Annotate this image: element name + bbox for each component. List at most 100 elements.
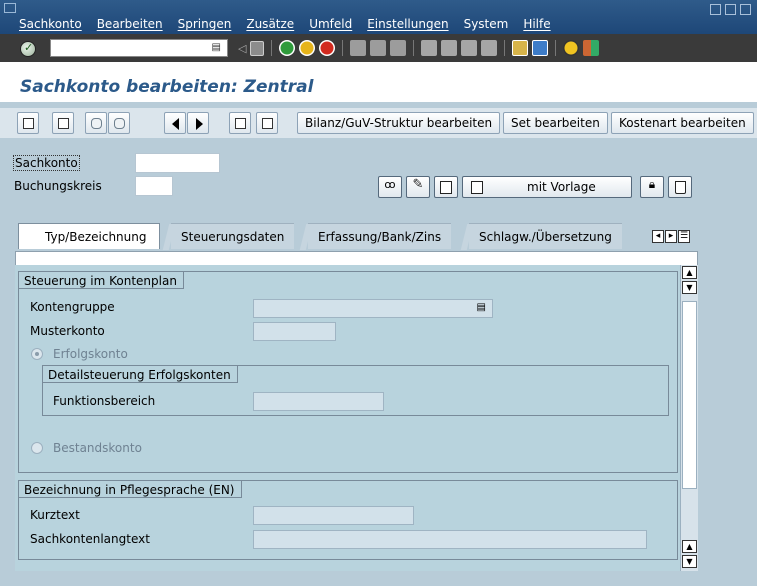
lock-button[interactable]: 🔒︎: [640, 176, 664, 198]
dropdown-icon[interactable]: ▤: [477, 302, 486, 313]
close-icon[interactable]: [740, 4, 751, 15]
scroll-down-icon[interactable]: ▼: [682, 555, 697, 568]
mit-vorlage-button[interactable]: mit Vorlage: [462, 176, 632, 198]
menu: Sachkonto Bearbeiten Springen Zusätze Um…: [19, 17, 551, 31]
tab-typ-bezeichnung[interactable]: Typ/Bezeichnung: [18, 223, 160, 249]
previous-button[interactable]: [164, 112, 186, 134]
tab-scroll-left-icon[interactable]: ◂: [652, 230, 664, 243]
bestandskonto-radio[interactable]: [31, 442, 43, 454]
kostenart-bearbeiten-button[interactable]: Kostenart bearbeiten: [611, 112, 754, 134]
find-next-icon[interactable]: [390, 40, 407, 56]
group-detailsteuerung-title: Detailsteuerung Erfolgskonten: [42, 365, 238, 383]
command-field[interactable]: ▤: [50, 39, 228, 57]
delete-button[interactable]: [229, 112, 251, 134]
funktionsbereich-label: Funktionsbereich: [53, 394, 156, 408]
menu-bar: Sachkonto Bearbeiten Springen Zusätze Um…: [0, 0, 757, 34]
set-bearbeiten-button[interactable]: Set bearbeiten: [503, 112, 608, 134]
glasses-icon: [90, 118, 102, 129]
bilanz-guv-button[interactable]: Bilanz/GuV-Struktur bearbeiten: [297, 112, 501, 134]
menu-bearbeiten[interactable]: Bearbeiten: [97, 17, 163, 31]
change-button[interactable]: ✎: [406, 176, 430, 198]
save-icon[interactable]: [250, 40, 265, 56]
erfolgskonto-label: Erfolgskonto: [53, 347, 128, 361]
next-page-icon[interactable]: [461, 40, 478, 56]
group-steuerung: Steuerung im Kontenplan Kontengruppe ▤ M…: [18, 271, 678, 473]
delete-account-button[interactable]: [668, 176, 692, 198]
kontengruppe-select[interactable]: ▤: [253, 299, 493, 318]
scroll-left-icon[interactable]: ◁: [238, 42, 246, 55]
mit-vorlage-label: mit Vorlage: [527, 180, 596, 194]
print-icon[interactable]: [350, 40, 367, 56]
document-icon: [261, 118, 273, 129]
pencil-icon: ✎: [412, 177, 424, 192]
where-used-2-button[interactable]: [108, 112, 130, 134]
tab-list-icon[interactable]: ☰: [678, 230, 690, 243]
first-page-icon[interactable]: [421, 40, 438, 56]
back-icon[interactable]: [279, 40, 296, 56]
group-bezeichnung-title: Bezeichnung in Pflegesprache (EN): [18, 480, 242, 498]
musterkonto-input[interactable]: [253, 322, 336, 341]
menu-zusaetze[interactable]: Zusätze: [246, 17, 294, 31]
menu-umfeld[interactable]: Umfeld: [309, 17, 352, 31]
page-title: Sachkonto bearbeiten: Zentral: [20, 77, 314, 97]
scrollbar-thumb[interactable]: [682, 301, 697, 489]
tab-steuerungsdaten[interactable]: Steuerungsdaten: [171, 223, 295, 249]
scroll-page-down-icon[interactable]: ▼: [682, 281, 697, 294]
create-session-icon[interactable]: [512, 40, 529, 56]
display-change-icon: [22, 118, 34, 129]
bestandskonto-label: Bestandskonto: [53, 441, 142, 455]
trash-icon: [674, 181, 686, 194]
standard-toolbar: ▤ ◁: [0, 34, 757, 62]
kurztext-label: Kurztext: [30, 508, 80, 522]
glasses-icon: [113, 118, 125, 129]
maximize-icon[interactable]: [725, 4, 736, 15]
menu-springen[interactable]: Springen: [178, 17, 232, 31]
tab-scroll-right-icon[interactable]: ▸: [665, 230, 677, 243]
menu-einstellungen[interactable]: Einstellungen: [367, 17, 448, 31]
create-button[interactable]: [434, 176, 458, 198]
where-used-button[interactable]: [85, 112, 107, 134]
enter-icon[interactable]: [20, 41, 36, 57]
kurztext-input[interactable]: [253, 506, 414, 525]
tab-erfassung-bank-zins[interactable]: Erfassung/Bank/Zins: [308, 223, 452, 249]
langtext-input[interactable]: [253, 530, 647, 549]
display-change-button[interactable]: [17, 112, 39, 134]
next-button[interactable]: [187, 112, 209, 134]
help-icon[interactable]: [563, 40, 580, 56]
scroll-page-up-icon[interactable]: ▲: [682, 540, 697, 553]
cancel-icon[interactable]: [319, 40, 336, 56]
menu-system[interactable]: System: [464, 17, 509, 31]
find-icon[interactable]: [370, 40, 387, 56]
sachkonto-input[interactable]: [135, 153, 220, 173]
buchungskreis-label: Buchungskreis: [14, 179, 102, 193]
dropdown-icon[interactable]: ▤: [212, 42, 221, 53]
arrow-left-icon: [172, 118, 179, 130]
other-object-icon: [57, 118, 69, 129]
funktionsbereich-input[interactable]: [253, 392, 384, 411]
erfolgskonto-radio[interactable]: [31, 348, 43, 360]
buchungskreis-input[interactable]: [135, 176, 173, 196]
tab-schlagw-uebersetzung[interactable]: Schlagw./Übersetzung: [469, 223, 622, 249]
previous-page-icon[interactable]: [441, 40, 458, 56]
minimize-icon[interactable]: [710, 4, 721, 15]
vertical-scrollbar[interactable]: ▲ ▼ ▲ ▼: [680, 265, 698, 571]
menu-hilfe[interactable]: Hilfe: [523, 17, 550, 31]
last-page-icon[interactable]: [481, 40, 498, 56]
system-menu-icon[interactable]: [4, 3, 16, 13]
menu-sachkonto[interactable]: Sachkonto: [19, 17, 82, 31]
trash-icon: [234, 118, 246, 129]
kontengruppe-label: Kontengruppe: [30, 300, 115, 314]
layout-menu-icon[interactable]: [583, 40, 600, 56]
window-controls: [710, 4, 751, 15]
tab-navigation: ◂ ▸ ☰: [652, 230, 690, 243]
arrow-right-icon: [196, 118, 203, 130]
group-steuerung-title: Steuerung im Kontenplan: [18, 271, 184, 289]
document-button[interactable]: [256, 112, 278, 134]
template-icon: [471, 181, 483, 194]
shortcut-icon[interactable]: [532, 40, 549, 56]
group-bezeichnung: Bezeichnung in Pflegesprache (EN) Kurzte…: [18, 480, 678, 560]
other-object-button[interactable]: [52, 112, 74, 134]
scroll-up-icon[interactable]: ▲: [682, 266, 697, 279]
display-button[interactable]: ꝏ: [378, 176, 402, 198]
exit-icon[interactable]: [299, 40, 316, 56]
